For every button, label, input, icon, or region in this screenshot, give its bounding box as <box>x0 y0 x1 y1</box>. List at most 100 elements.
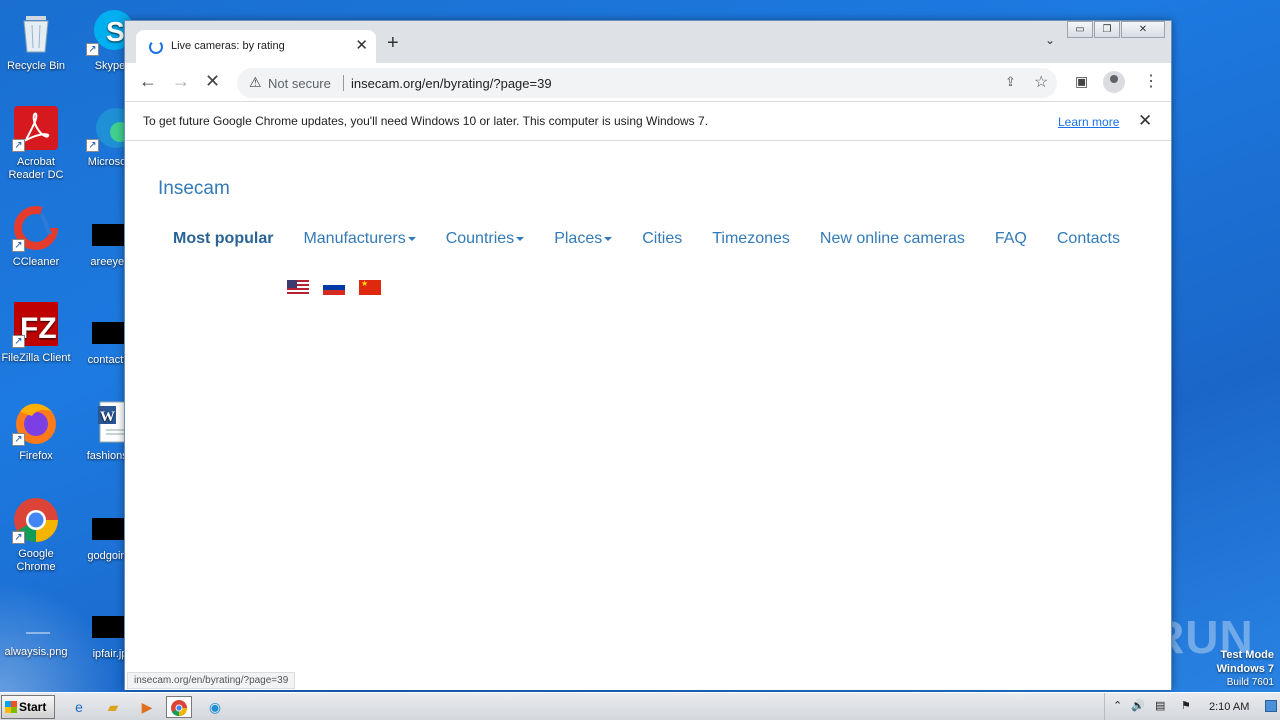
update-infobar: To get future Google Chrome updates, you… <box>125 101 1171 141</box>
show-desktop-button[interactable] <box>1265 700 1277 712</box>
desktop-icon-label: Recycle Bin <box>6 60 66 72</box>
file-icon <box>92 518 128 540</box>
us-flag-icon[interactable] <box>287 280 309 295</box>
desktop-icon-label: FileZilla Client <box>1 352 71 364</box>
caret-down-icon <box>407 236 416 241</box>
nav-contacts[interactable]: Contacts <box>1057 230 1120 248</box>
desktop-icon-label: alwaysis.png <box>4 646 68 658</box>
side-panel-icon[interactable]: ▣ <box>1075 73 1088 90</box>
firefox-icon: ↗ <box>12 398 60 446</box>
file-icon <box>92 322 128 344</box>
russia-flag-icon[interactable] <box>323 280 345 295</box>
svg-text:W: W <box>100 409 115 425</box>
tray-expand-icon[interactable]: ⌃ <box>1113 699 1122 712</box>
browser-toolbar: ← → ✕ ⚠ Not secure insecam.org/en/byrati… <box>125 63 1171 101</box>
nav-new-online-cameras[interactable]: New online cameras <box>820 230 965 248</box>
desktop-icon-chrome[interactable]: ↗ Google Chrome <box>0 496 74 574</box>
chrome-menu-icon[interactable]: ⋮ <box>1143 71 1159 91</box>
nav-countries[interactable]: Countries <box>446 230 525 248</box>
profile-avatar-icon[interactable] <box>1103 71 1125 93</box>
taskbar-edge-icon[interactable]: ◉ <box>202 696 228 718</box>
filezilla-icon: FZ ↗ <box>12 300 60 348</box>
nav-label: New online cameras <box>819 230 965 247</box>
taskbar-chrome-icon[interactable] <box>166 696 192 718</box>
bookmark-star-icon[interactable]: ☆ <box>1034 72 1048 92</box>
forward-button[interactable]: → <box>172 71 190 91</box>
address-bar[interactable]: ⚠ Not secure insecam.org/en/byrating/?pa… <box>237 68 1057 98</box>
nav-label: Timezones <box>712 230 790 247</box>
nav-manufacturers[interactable]: Manufacturers <box>303 230 416 248</box>
nav-label: Most popular <box>173 230 274 247</box>
security-label[interactable]: Not secure <box>268 76 331 91</box>
tab-close-icon[interactable]: ✕ <box>355 36 368 54</box>
desktop-icon-label: Acrobat Reader DC <box>8 156 64 181</box>
image-file-icon <box>12 594 60 642</box>
caret-down-icon <box>604 236 613 241</box>
shortcut-arrow-icon: ↗ <box>86 139 99 152</box>
desktop-icon-label: CCleaner <box>12 256 60 268</box>
start-label: Start <box>19 700 47 714</box>
file-icon <box>92 224 128 246</box>
action-center-flag-icon[interactable]: ⚑ <box>1181 699 1191 712</box>
learn-more-link[interactable]: Learn more <box>1058 115 1119 129</box>
close-window-button[interactable]: ✕ <box>1121 21 1165 38</box>
tab-title: Live cameras: by rating <box>171 40 285 52</box>
back-button[interactable]: ← <box>139 71 157 91</box>
chrome-window: Live cameras: by rating ✕ + ⌄ ▭ ❐ ✕ ← → … <box>124 20 1172 690</box>
minimize-button[interactable]: ▭ <box>1067 21 1093 38</box>
test-mode-line: Windows 7 <box>1216 663 1274 675</box>
web-page: Insecam Most popular Manufacturers Count… <box>125 142 1171 690</box>
volume-icon[interactable]: 🔊 <box>1131 699 1145 712</box>
nav-label: Contacts <box>1056 230 1120 247</box>
network-icon[interactable]: ▤ <box>1155 699 1165 712</box>
shortcut-arrow-icon: ↗ <box>12 139 25 152</box>
url-text[interactable]: insecam.org/en/byrating/?page=39 <box>351 76 552 91</box>
site-brand-link[interactable]: Insecam <box>158 178 230 200</box>
desktop-icon-recycle-bin[interactable]: Recycle Bin <box>0 8 74 73</box>
infobar-message: To get future Google Chrome updates, you… <box>143 114 709 128</box>
nav-label: Places <box>554 230 603 247</box>
nav-label: Cities <box>642 230 683 247</box>
tab-search-chevron-icon[interactable]: ⌄ <box>1045 33 1055 47</box>
desktop-icon-firefox[interactable]: ↗ Firefox <box>0 398 74 463</box>
svg-text:S: S <box>106 16 125 47</box>
nav-places[interactable]: Places <box>554 230 613 248</box>
file-icon <box>92 616 128 638</box>
taskbar-media-player-icon[interactable]: ▶ <box>134 696 160 718</box>
taskbar-explorer-icon[interactable]: ▰ <box>100 696 126 718</box>
infobar-close-icon[interactable]: ✕ <box>1138 111 1152 131</box>
tab-strip: Live cameras: by rating ✕ + ⌄ ▭ ❐ ✕ <box>125 21 1171 63</box>
nav-timezones[interactable]: Timezones <box>712 230 790 248</box>
stop-loading-button[interactable]: ✕ <box>205 71 220 91</box>
shortcut-arrow-icon: ↗ <box>12 433 25 446</box>
warning-icon[interactable]: ⚠ <box>249 74 262 91</box>
start-button[interactable]: Start <box>1 695 55 719</box>
shortcut-arrow-icon: ↗ <box>12 335 25 348</box>
nav-faq[interactable]: FAQ <box>995 230 1027 248</box>
desktop-icon-label: Firefox <box>19 450 53 462</box>
desktop-icon-acrobat[interactable]: ↗ Acrobat Reader DC <box>0 104 74 182</box>
desktop-icon-alwaysis[interactable]: alwaysis.png <box>0 594 74 659</box>
nav-most-popular[interactable]: Most popular <box>173 230 273 248</box>
taskbar-ie-icon[interactable]: e <box>66 696 92 718</box>
recycle-bin-icon <box>12 8 60 56</box>
share-icon[interactable]: ⇪ <box>1005 74 1016 90</box>
clock[interactable]: 2:10 AM <box>1209 701 1249 713</box>
nav-cities[interactable]: Cities <box>642 230 682 248</box>
status-bubble-url: insecam.org/en/byrating/?page=39 <box>127 672 296 689</box>
site-nav: Most popular Manufacturers Countries Pla… <box>173 230 1150 248</box>
tab-live-cameras[interactable]: Live cameras: by rating ✕ <box>136 30 376 63</box>
desktop-icon-ccleaner[interactable]: ↗ CCleaner <box>0 204 74 269</box>
language-flags <box>287 280 395 295</box>
nav-label: Manufacturers <box>303 230 406 247</box>
caret-down-icon <box>516 236 525 241</box>
restore-button[interactable]: ❐ <box>1094 21 1120 38</box>
svg-text:FZ: FZ <box>20 312 57 345</box>
desktop-icon-filezilla[interactable]: FZ ↗ FileZilla Client <box>0 300 74 365</box>
china-flag-icon[interactable] <box>359 280 381 295</box>
shortcut-arrow-icon: ↗ <box>12 239 25 252</box>
taskbar: Start e ▰ ▶ ◉ ⌃ 🔊 ▤ ⚑ 2:10 AM <box>0 692 1280 720</box>
chrome-icon: ↗ <box>12 496 60 544</box>
new-tab-button[interactable]: + <box>387 33 399 53</box>
system-tray: ⌃ 🔊 ▤ ⚑ 2:10 AM <box>1104 693 1280 720</box>
